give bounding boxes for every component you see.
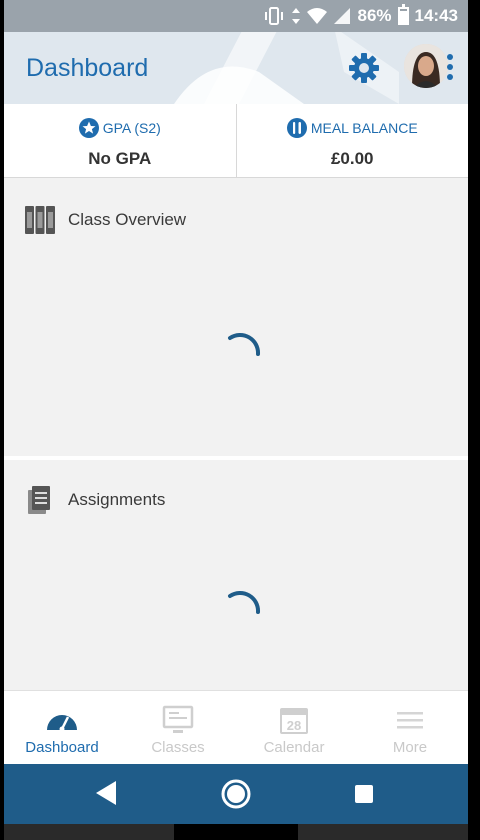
- calendar-icon: 28: [280, 708, 308, 734]
- phone-screen: 86% 14:43 Dashboard GPA (S2) No GPA MEAL…: [4, 0, 468, 840]
- bottom-navigation: Dashboard Classes 28 Calendar More: [4, 690, 468, 764]
- battery-icon: [397, 4, 409, 25]
- loading-spinner-icon: [228, 590, 261, 614]
- class-overview-card[interactable]: Class Overview: [4, 180, 468, 456]
- tab-calendar[interactable]: 28 Calendar: [236, 691, 352, 764]
- gpa-label: GPA (S2): [102, 120, 161, 136]
- user-avatar[interactable]: [404, 44, 448, 88]
- tab-more[interactable]: More: [352, 691, 468, 764]
- cutlery-icon: [286, 118, 307, 138]
- tab-classes[interactable]: Classes: [120, 691, 236, 764]
- assignments-title: Assignments: [68, 490, 166, 509]
- gpa-tile[interactable]: GPA (S2) No GPA: [4, 104, 236, 177]
- speedometer-icon: [47, 715, 77, 732]
- star-badge-icon: [78, 118, 99, 138]
- right-edge: [468, 0, 480, 840]
- clock: 14:43: [414, 6, 458, 25]
- bottom-bezel: [4, 824, 468, 840]
- loading-spinner-icon: [228, 332, 261, 356]
- home-icon[interactable]: [220, 778, 252, 810]
- summary-row: GPA (S2) No GPA MEAL BALANCE £0.00: [4, 104, 468, 178]
- tab-label: Classes: [151, 739, 205, 756]
- battery-percent: 86%: [357, 6, 392, 25]
- tab-label: Calendar: [263, 739, 325, 756]
- recents-icon[interactable]: [354, 784, 374, 804]
- tab-label: More: [392, 739, 428, 756]
- page-title: Dashboard: [26, 54, 149, 82]
- monitor-icon: [162, 705, 194, 733]
- signal-icon: [334, 8, 351, 24]
- data-arrows-icon: [292, 8, 301, 24]
- vibrate-icon: [265, 7, 284, 25]
- back-icon[interactable]: [94, 779, 118, 807]
- tab-label: Dashboard: [25, 739, 99, 756]
- overflow-menu-icon[interactable]: [447, 54, 455, 82]
- menu-icon: [397, 712, 423, 729]
- meal-balance-label: MEAL BALANCE: [310, 120, 418, 136]
- meal-balance-tile[interactable]: MEAL BALANCE £0.00: [235, 104, 469, 177]
- tab-dashboard[interactable]: Dashboard: [4, 691, 120, 764]
- settings-gear-icon[interactable]: [346, 50, 382, 86]
- wifi-icon: [307, 8, 328, 24]
- meal-balance-value: £0.00: [330, 149, 374, 168]
- app-header: Dashboard: [4, 32, 468, 104]
- status-bar: 86% 14:43: [4, 0, 468, 32]
- class-overview-title: Class Overview: [68, 210, 187, 229]
- calendar-day-number: 28: [287, 718, 301, 733]
- gpa-value: No GPA: [88, 149, 152, 168]
- assignments-card[interactable]: Assignments: [4, 460, 468, 690]
- books-icon: [25, 206, 55, 234]
- system-navigation-bar: [4, 764, 468, 824]
- documents-icon: [28, 486, 50, 514]
